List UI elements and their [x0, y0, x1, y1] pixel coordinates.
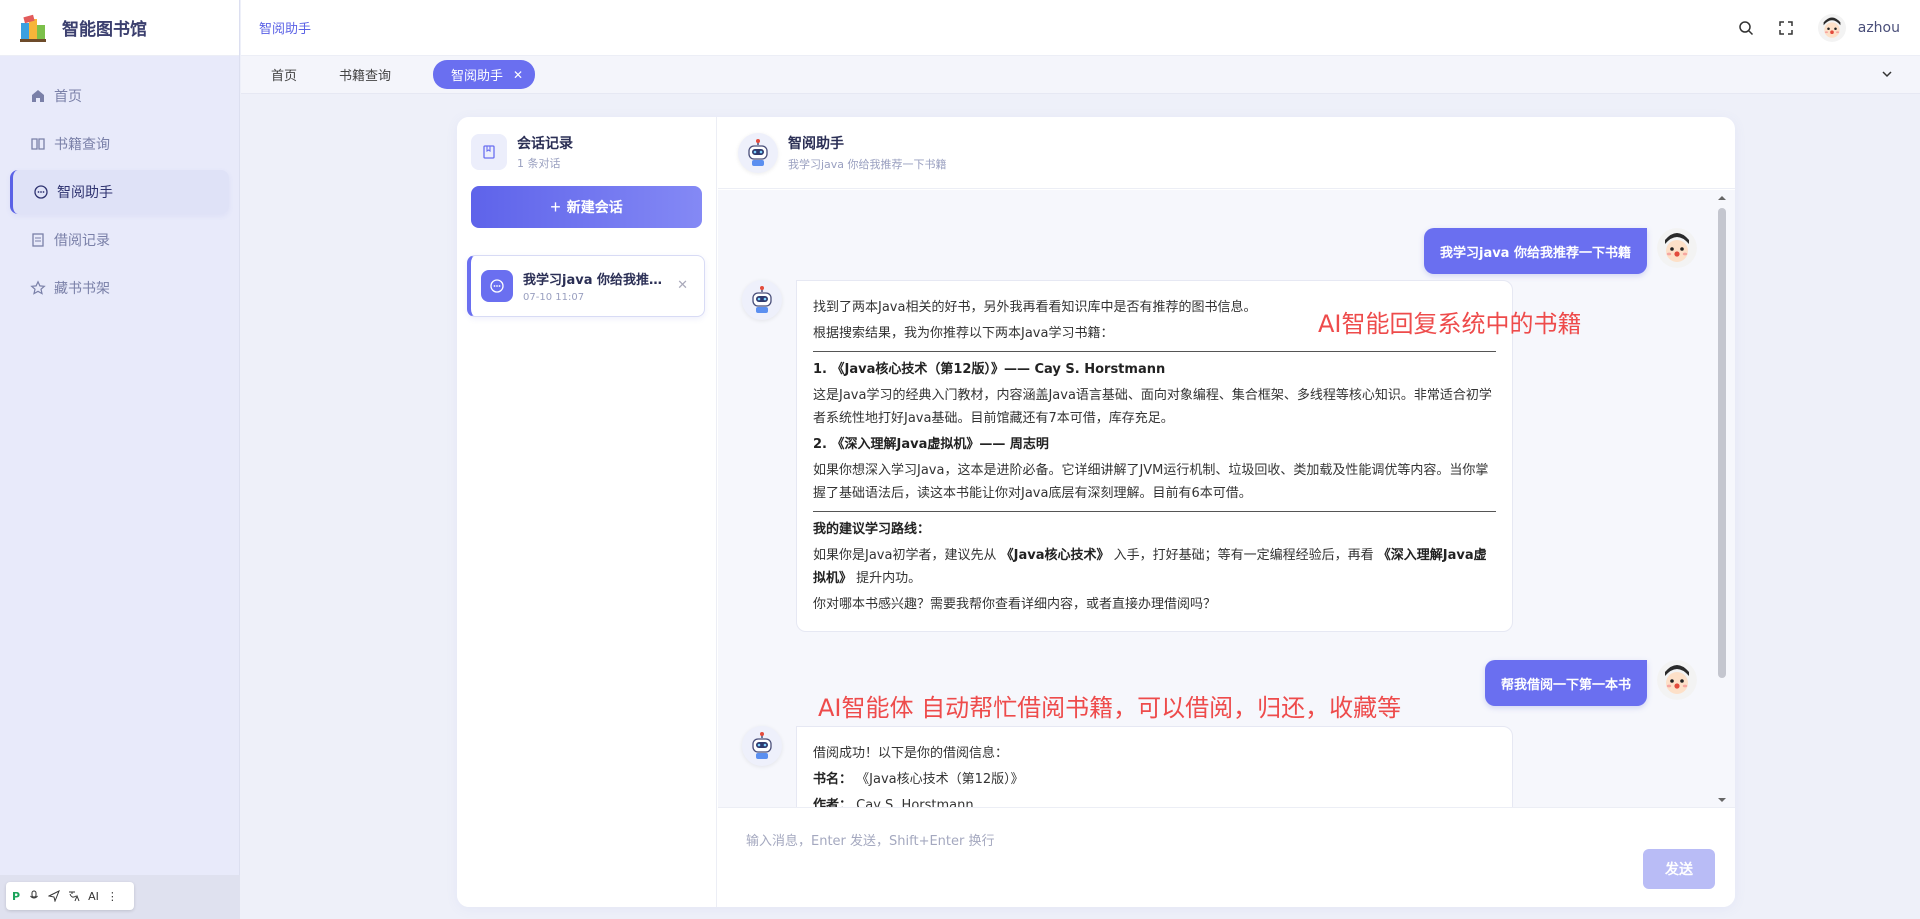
- ime-toolbar[interactable]: P AI ⋮: [6, 882, 134, 910]
- send-button[interactable]: 发送: [1643, 849, 1715, 889]
- tab-assistant[interactable]: 智阅助手 ✕: [433, 60, 536, 89]
- ime-logo-icon[interactable]: P: [12, 890, 20, 903]
- session-count: 1 条对话: [517, 157, 561, 170]
- session-panel: 会话记录 1 条对话 + 新建会话 我学习java 你给我推荐一下书籍 07-1…: [457, 117, 717, 907]
- plus-icon: +: [550, 196, 561, 217]
- scrollbar[interactable]: [1717, 196, 1727, 802]
- session-title: 会话记录: [517, 136, 573, 152]
- field-label: 书名：: [813, 772, 853, 787]
- ai-label[interactable]: AI: [88, 890, 99, 903]
- route-text-part: 入手，打好基础；等有一定编程经验后，再看: [1113, 548, 1374, 563]
- route-title: 我的建议学习路线：: [813, 522, 931, 537]
- user-message-text: 帮我借阅一下第一本书: [1500, 677, 1631, 693]
- microphone-icon[interactable]: [28, 890, 40, 902]
- top-header: 智阅助手 azhou: [241, 0, 1920, 56]
- message-input[interactable]: [746, 830, 1546, 860]
- sidebar-item-label: 书籍查询: [54, 137, 110, 153]
- logo-bar: 智能图书馆: [0, 0, 239, 56]
- username[interactable]: azhou: [1858, 20, 1900, 36]
- sidebar-item-borrow-records[interactable]: 借阅记录: [10, 218, 229, 262]
- translate-icon[interactable]: [68, 890, 80, 902]
- field-label: 作者：: [813, 798, 853, 807]
- sidebar-item-label: 借阅记录: [54, 233, 110, 249]
- user-message: 我学习java 你给我推荐一下书籍: [1423, 228, 1647, 274]
- divider: [813, 351, 1496, 352]
- field-value: Cay S. Horstmann: [856, 798, 974, 807]
- user-message: 帮我借阅一下第一本书: [1484, 660, 1647, 706]
- bot-text: 借阅成功！以下是你的借阅信息：: [813, 746, 1009, 761]
- chat-icon: [34, 185, 48, 199]
- book-open-icon: [31, 138, 45, 150]
- user-avatar: [1657, 228, 1697, 268]
- route-text-part: 如果你是Java初学者，建议先从: [813, 548, 997, 563]
- session-item-title: 我学习java 你给我推荐一下书籍: [523, 273, 663, 288]
- send-icon[interactable]: [48, 890, 61, 902]
- user-menu[interactable]: azhou: [1817, 14, 1900, 42]
- session-item-time: 07-10 11:07: [523, 292, 585, 303]
- library-logo-icon: [18, 13, 48, 43]
- sidebar-item-bookshelf[interactable]: 藏书书架: [10, 266, 229, 310]
- session-header: 会话记录 1 条对话: [457, 117, 716, 171]
- assistant-card: 会话记录 1 条对话 + 新建会话 我学习java 你给我推荐一下书籍 07-1…: [457, 117, 1735, 907]
- route-text-part: 提升内功。: [856, 571, 922, 586]
- user-avatar: [1657, 660, 1697, 700]
- chat-header: 智阅助手 我学习java 你给我推荐一下书籍: [718, 117, 1735, 189]
- robot-icon: [738, 132, 778, 173]
- tabs-bar: 首页 书籍查询 智阅助手 ✕: [241, 56, 1920, 94]
- sidebar-item-label: 藏书书架: [54, 281, 110, 297]
- chat-bubble-icon: [481, 270, 513, 302]
- document-icon: [32, 233, 44, 247]
- avatar[interactable]: [1817, 14, 1846, 42]
- header-actions: azhou: [1738, 0, 1900, 56]
- fullscreen-icon[interactable]: [1778, 20, 1794, 36]
- tab-home[interactable]: 首页: [271, 65, 297, 84]
- new-session-button[interactable]: + 新建会话: [471, 186, 702, 228]
- bot-message: 借阅成功！以下是你的借阅信息： 书名： 《Java核心技术（第12版）》 作者：…: [796, 726, 1513, 807]
- sidebar-nav: 首页 书籍查询 智阅助手 借阅记录 藏书书架: [0, 56, 239, 310]
- route-book: 《Java核心技术》: [1000, 548, 1110, 563]
- breadcrumb[interactable]: 智阅助手: [259, 18, 311, 37]
- bot-text: 你对哪本书感兴趣？需要我帮你查看详细内容，或者直接办理借阅吗？: [813, 597, 1217, 612]
- bookmark-book-icon: [471, 134, 507, 170]
- route-text: 如果你是Java初学者，建议先从 《Java核心技术》 入手，打好基础；等有一定…: [813, 544, 1496, 590]
- search-icon[interactable]: [1738, 20, 1754, 36]
- close-icon[interactable]: ✕: [513, 68, 523, 82]
- chat-messages[interactable]: 我学习java 你给我推荐一下书籍 找到了两本Java相关的好书，另外我再看看知…: [718, 190, 1735, 807]
- robot-icon: [742, 280, 782, 320]
- home-icon: [32, 90, 44, 102]
- chat-subtitle: 我学习java 你给我推荐一下书籍: [788, 158, 947, 171]
- scrollbar-thumb[interactable]: [1718, 208, 1726, 678]
- sidebar-item-home[interactable]: 首页: [10, 74, 229, 118]
- chat-title: 智阅助手: [788, 136, 844, 152]
- sidebar-item-assistant[interactable]: 智阅助手: [10, 170, 229, 214]
- book-title: 1. 《Java核心技术（第12版）》—— Cay S. Horstmann: [813, 362, 1166, 377]
- user-message-text: 我学习java 你给我推荐一下书籍: [1439, 245, 1631, 261]
- close-icon[interactable]: ✕: [677, 278, 688, 293]
- sidebar: 智能图书馆 首页 书籍查询 智阅助手 借阅记录 藏书书架: [0, 0, 240, 919]
- chat-panel: 智阅助手 我学习java 你给我推荐一下书籍 我学习java 你给我推荐一下书籍…: [718, 117, 1735, 907]
- annotation: AI智能回复系统中的书籍: [1318, 310, 1582, 338]
- app-title: 智能图书馆: [62, 20, 147, 40]
- sidebar-item-label: 智阅助手: [57, 185, 113, 201]
- annotation: AI智能体 自动帮忙借阅书籍，可以借阅，归还，收藏等: [818, 694, 1402, 722]
- chat-input-area: 发送: [718, 807, 1735, 907]
- book-title: 2. 《深入理解Java虚拟机》—— 周志明: [813, 437, 1049, 452]
- tab-book-search[interactable]: 书籍查询: [339, 65, 391, 84]
- tab-label: 智阅助手: [451, 69, 504, 84]
- scroll-down-icon[interactable]: [1717, 796, 1727, 804]
- sidebar-item-label: 首页: [54, 89, 82, 105]
- robot-icon: [742, 726, 782, 766]
- bot-text: 这是Java学习的经典入门教材，内容涵盖Java语言基础、面向对象编程、集合框架…: [813, 388, 1492, 426]
- divider: [813, 511, 1496, 512]
- star-icon: [30, 280, 46, 295]
- new-session-label: 新建会话: [566, 199, 623, 215]
- chevron-down-icon[interactable]: [1880, 67, 1894, 81]
- scroll-up-icon[interactable]: [1717, 194, 1727, 202]
- more-icon[interactable]: ⋮: [107, 890, 118, 903]
- bot-text: 如果你想深入学习Java，这本是进阶必备。它详细讲解了JVM运行机制、垃圾回收、…: [813, 463, 1489, 501]
- sidebar-item-book-search[interactable]: 书籍查询: [10, 122, 229, 166]
- field-value: 《Java核心技术（第12版）》: [856, 772, 1024, 787]
- session-item[interactable]: 我学习java 你给我推荐一下书籍 07-10 11:07 ✕: [467, 255, 705, 317]
